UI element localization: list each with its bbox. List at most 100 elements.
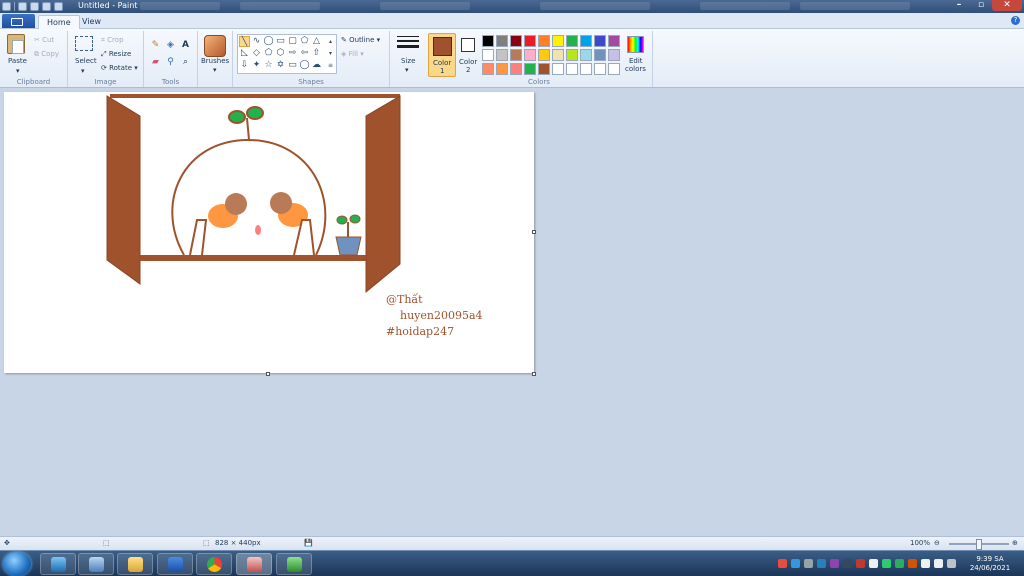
tray-app-icon[interactable] — [882, 559, 891, 568]
brushes-button[interactable]: Brushes — [201, 57, 229, 65]
paste-icon[interactable] — [7, 34, 25, 54]
palette-swatch[interactable] — [594, 35, 606, 47]
paste-dropdown-icon[interactable]: ▾ — [16, 67, 20, 75]
select-dropdown-icon[interactable]: ▾ — [81, 67, 85, 75]
palette-swatch[interactable] — [580, 63, 592, 75]
resize-button[interactable]: ⤢ Resize — [101, 50, 131, 59]
paste-button[interactable]: Paste — [8, 57, 27, 65]
diamond-shape-icon[interactable]: ◇ — [251, 48, 262, 59]
palette-swatch[interactable] — [524, 49, 536, 61]
taskbar-computer[interactable] — [78, 553, 114, 575]
polygon-shape-icon[interactable]: ⬠ — [299, 36, 310, 47]
size-button[interactable]: Size — [401, 57, 415, 65]
tray-app-icon[interactable] — [778, 559, 787, 568]
palette-swatch[interactable] — [510, 63, 522, 75]
line-shape-icon[interactable]: ╲ — [239, 36, 250, 47]
palette-swatch[interactable] — [482, 35, 494, 47]
shapes-scroll-up-icon[interactable]: ▴ — [325, 36, 336, 47]
palette-swatch[interactable] — [552, 49, 564, 61]
tray-app-icon[interactable] — [791, 559, 800, 568]
up-arrow-shape-icon[interactable]: ⇧ — [311, 48, 322, 59]
close-button[interactable]: ✕ — [992, 0, 1022, 11]
taskbar-clock[interactable]: 9:39 SA 24/06/2021 — [962, 555, 1018, 573]
rotate-button[interactable]: ⟳ Rotate ▾ — [101, 64, 138, 72]
qat-dropdown-icon[interactable] — [54, 2, 63, 11]
undo-icon[interactable] — [30, 2, 39, 11]
edit-colors-line2[interactable]: colors — [625, 65, 646, 73]
palette-swatch[interactable] — [510, 35, 522, 47]
fill-button[interactable]: ◈ Fill ▾ — [341, 50, 364, 58]
palette-swatch[interactable] — [482, 49, 494, 61]
hexagon-shape-icon[interactable]: ⬡ — [275, 48, 286, 59]
taskbar-app[interactable] — [276, 553, 312, 575]
tab-view[interactable]: View — [74, 15, 109, 29]
palette-swatch[interactable] — [594, 63, 606, 75]
six-point-star-shape-icon[interactable]: ✡ — [275, 60, 286, 71]
taskbar-media-player[interactable] — [40, 553, 76, 575]
palette-swatch[interactable] — [552, 35, 564, 47]
shapes-scroll-down-icon[interactable]: ▾ — [325, 48, 336, 59]
palette-swatch[interactable] — [608, 49, 620, 61]
edit-colors-icon[interactable] — [627, 36, 644, 53]
tray-app-icon[interactable] — [843, 559, 852, 568]
down-arrow-shape-icon[interactable]: ⇩ — [239, 60, 250, 71]
text-tool-icon[interactable]: A — [179, 39, 192, 51]
start-button[interactable] — [3, 552, 31, 576]
maximize-button[interactable]: ▫ — [970, 0, 992, 11]
oval-shape-icon[interactable]: ◯ — [263, 36, 274, 47]
paint-menu-button[interactable] — [2, 14, 35, 28]
color1-button[interactable]: Color 1 — [428, 33, 456, 77]
volume-icon[interactable] — [934, 559, 943, 568]
zoom-slider[interactable] — [949, 539, 1009, 550]
tray-app-icon[interactable] — [895, 559, 904, 568]
left-arrow-shape-icon[interactable]: ⇦ — [299, 48, 310, 59]
select-button[interactable]: Select — [75, 57, 97, 65]
fill-bucket-icon[interactable]: ◈ — [164, 39, 177, 51]
palette-swatch[interactable] — [524, 63, 536, 75]
zoom-out-button[interactable]: ⊖ — [934, 539, 940, 547]
palette-swatch[interactable] — [552, 63, 564, 75]
palette-swatch[interactable] — [538, 49, 550, 61]
tray-app-icon[interactable] — [908, 559, 917, 568]
paint-app-icon[interactable] — [2, 2, 11, 11]
right-triangle-shape-icon[interactable]: ◺ — [239, 48, 250, 59]
edit-colors-line1[interactable]: Edit — [629, 57, 643, 65]
taskbar-word[interactable] — [157, 553, 193, 575]
palette-swatch[interactable] — [496, 35, 508, 47]
palette-swatch[interactable] — [482, 63, 494, 75]
size-dropdown-icon[interactable]: ▾ — [405, 66, 409, 74]
palette-swatch[interactable] — [594, 49, 606, 61]
rectangle-shape-icon[interactable]: ▭ — [275, 36, 286, 47]
palette-swatch[interactable] — [608, 63, 620, 75]
palette-swatch[interactable] — [580, 49, 592, 61]
palette-swatch[interactable] — [608, 35, 620, 47]
palette-swatch[interactable] — [496, 49, 508, 61]
save-icon[interactable] — [18, 2, 27, 11]
palette-swatch[interactable] — [566, 49, 578, 61]
workspace[interactable]: @Thất huyen20095a4 #hoidap247 — [0, 88, 1024, 536]
zoom-in-button[interactable]: ⊕ — [1012, 539, 1018, 547]
palette-swatch[interactable] — [538, 63, 550, 75]
outline-button[interactable]: ✎ Outline ▾ — [341, 36, 380, 44]
brushes-icon[interactable] — [204, 35, 226, 57]
language-icon[interactable] — [947, 559, 956, 568]
minimize-button[interactable]: – — [948, 0, 970, 11]
four-point-star-shape-icon[interactable]: ✦ — [251, 60, 262, 71]
taskbar-explorer[interactable] — [117, 553, 153, 575]
taskbar-paint[interactable] — [236, 553, 272, 575]
tray-app-icon[interactable] — [804, 559, 813, 568]
palette-swatch[interactable] — [496, 63, 508, 75]
flag-icon[interactable] — [869, 559, 878, 568]
select-icon[interactable] — [75, 36, 93, 51]
help-icon[interactable]: ? — [1011, 16, 1020, 25]
tray-app-icon[interactable] — [817, 559, 826, 568]
brushes-dropdown-icon[interactable]: ▾ — [213, 66, 217, 74]
triangle-shape-icon[interactable]: △ — [311, 36, 322, 47]
shapes-expand-icon[interactable]: ≡ — [325, 60, 336, 71]
redo-icon[interactable] — [42, 2, 51, 11]
palette-swatch[interactable] — [566, 63, 578, 75]
size-icon[interactable] — [397, 36, 419, 54]
resize-handle-right[interactable] — [532, 230, 536, 234]
palette-swatch[interactable] — [580, 35, 592, 47]
copy-button[interactable]: ⧉ Copy — [34, 50, 59, 59]
